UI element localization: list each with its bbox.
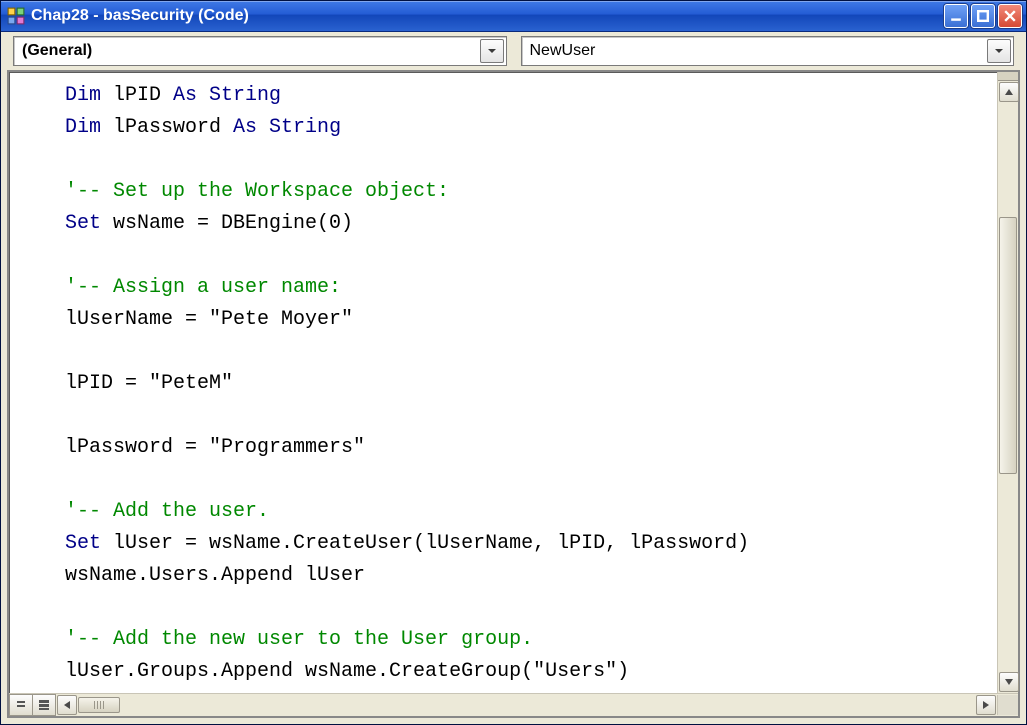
code-line[interactable] [9, 336, 997, 368]
view-mode-buttons [9, 694, 56, 716]
object-dropdown[interactable]: (General) [13, 36, 507, 66]
code-editor[interactable]: Dim lPID As StringDim lPassword As Strin… [9, 72, 997, 693]
code-line[interactable]: wsName.Users.Append lUser [9, 560, 997, 592]
code-token: Dim [65, 84, 113, 107]
code-line[interactable] [9, 592, 997, 624]
object-dropdown-text: (General) [22, 42, 480, 60]
code-token: '-- Set up the Workspace object: [65, 180, 449, 203]
code-token: lUser.Groups.Append wsName.CreateGroup("… [65, 660, 629, 683]
code-token: '-- Assign a user name: [65, 276, 341, 299]
code-line[interactable]: lUser.Groups.Append wsName.CreateGroup("… [9, 656, 997, 688]
procedure-view-button[interactable] [9, 694, 33, 716]
procedure-dropdown-text: NewUser [530, 42, 988, 60]
code-token: lPassword [113, 116, 233, 139]
code-line[interactable]: lPassword = "Programmers" [9, 432, 997, 464]
code-token: lPID = "PeteM" [65, 372, 233, 395]
code-line[interactable]: '-- Assign a user name: [9, 272, 997, 304]
scroll-up-button[interactable] [999, 82, 1019, 102]
code-token: lPID [113, 84, 173, 107]
vertical-scroll-track[interactable] [998, 103, 1018, 671]
vb-module-icon [7, 7, 25, 25]
code-token: wsName = DBEngine(0) [113, 212, 353, 235]
code-line[interactable]: Dim lPassword As String [9, 112, 997, 144]
editor-wrap: Dim lPID As StringDim lPassword As Strin… [9, 72, 1018, 693]
code-line[interactable]: Set wsName = DBEngine(0) [9, 208, 997, 240]
declaration-toolbar: (General) NewUser [1, 32, 1026, 70]
code-line[interactable]: Dim lPID As String [9, 80, 997, 112]
code-line[interactable] [9, 400, 997, 432]
title-bar[interactable]: Chap28 - basSecurity (Code) [1, 1, 1026, 32]
maximize-button[interactable] [971, 4, 995, 28]
editor-bottom-bar [9, 693, 1018, 716]
chevron-down-icon[interactable] [987, 39, 1011, 63]
chevron-down-icon[interactable] [480, 39, 504, 63]
window-buttons [944, 4, 1022, 28]
code-line[interactable] [9, 144, 997, 176]
horizontal-scroll-track[interactable] [78, 696, 975, 714]
code-line[interactable] [9, 240, 997, 272]
vertical-scrollbar[interactable] [997, 72, 1018, 693]
horizontal-scrollbar[interactable] [56, 695, 997, 715]
code-token: As String [173, 84, 281, 107]
code-token: Set [65, 532, 113, 555]
code-line[interactable]: '-- Add the user. [9, 496, 997, 528]
code-line[interactable] [9, 464, 997, 496]
code-token: wsName.Users.Append lUser [65, 564, 365, 587]
code-token: '-- Add the new user to the User group. [65, 628, 533, 651]
code-token: lUserName = "Pete Moyer" [65, 308, 353, 331]
code-token: lPassword = "Programmers" [65, 436, 365, 459]
split-handle[interactable] [998, 72, 1018, 81]
code-token: lUser = wsName.CreateUser(lUserName, lPI… [113, 532, 749, 555]
vertical-scroll-thumb[interactable] [999, 217, 1017, 475]
code-line[interactable]: lPID = "PeteM" [9, 368, 997, 400]
code-line[interactable]: lUserName = "Pete Moyer" [9, 304, 997, 336]
code-line[interactable]: Set lUser = wsName.CreateUser(lUserName,… [9, 528, 997, 560]
code-token: Set [65, 212, 113, 235]
window-title: Chap28 - basSecurity (Code) [31, 7, 944, 25]
scroll-right-button[interactable] [976, 695, 996, 715]
code-window: Chap28 - basSecurity (Code) (General) Ne… [0, 0, 1027, 725]
code-token: Dim [65, 116, 113, 139]
code-line[interactable]: '-- Add the new user to the User group. [9, 624, 997, 656]
procedure-dropdown[interactable]: NewUser [521, 36, 1015, 66]
code-token: '-- Add the user. [65, 500, 269, 523]
full-module-view-button[interactable] [33, 694, 56, 716]
horizontal-scroll-thumb[interactable] [78, 697, 120, 713]
scroll-down-button[interactable] [999, 672, 1019, 692]
scroll-corner [997, 695, 1018, 715]
editor-client-area: Dim lPID As StringDim lPassword As Strin… [7, 70, 1020, 718]
code-token: As String [233, 116, 341, 139]
minimize-button[interactable] [944, 4, 968, 28]
close-button[interactable] [998, 4, 1022, 28]
code-line[interactable]: '-- Set up the Workspace object: [9, 176, 997, 208]
scroll-left-button[interactable] [57, 695, 77, 715]
